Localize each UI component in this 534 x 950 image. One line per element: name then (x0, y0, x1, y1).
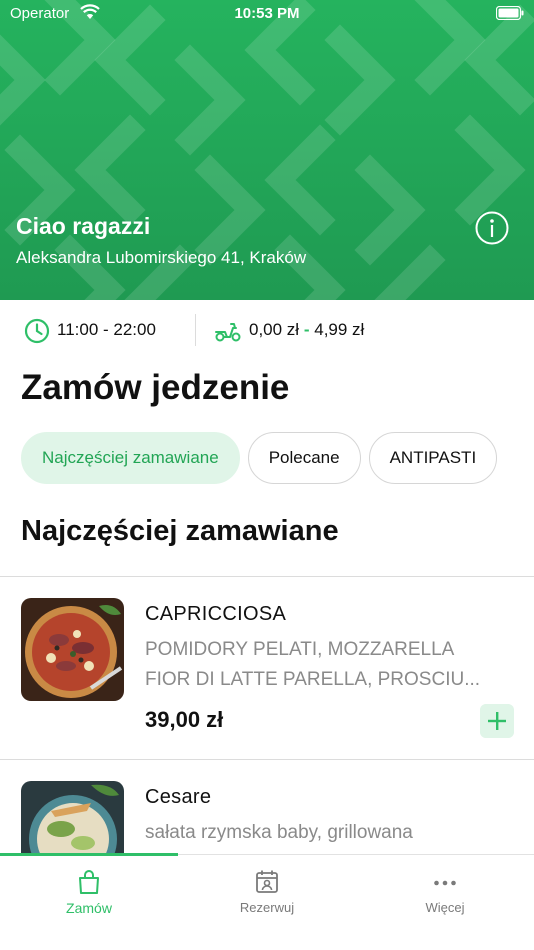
tab-label: Więcej (425, 900, 465, 915)
info-divider (195, 314, 196, 346)
delivery-scooter-icon (215, 323, 241, 342)
status-bar: Operator 10:53 PM (0, 0, 534, 30)
add-to-cart-button[interactable] (480, 704, 514, 738)
salad-image (21, 781, 124, 854)
clock-time: 10:53 PM (234, 5, 300, 22)
item-name: Cesare (145, 786, 212, 808)
delivery-fee-separator: - (303, 320, 310, 339)
menu-item[interactable]: CAPRICCIOSA POMIDORY PELATI, MOZZARELLA … (0, 577, 534, 759)
chip-antipasti[interactable]: ANTIPASTI (368, 432, 498, 484)
opening-hours: 11:00 - 22:00 (57, 320, 156, 339)
tab-order[interactable]: Zamów (0, 855, 178, 950)
bottom-tab-bar: Zamów Rezerwuj Więcej (0, 853, 534, 950)
shopping-bag-icon (79, 870, 99, 894)
item-description-line: sałata rzymska baby, grillowana (145, 822, 413, 843)
item-description-line: POMIDORY PELATI, MOZZARELLA (145, 639, 455, 660)
restaurant-name: Ciao ragazzi (16, 213, 151, 239)
page-title: Zamów jedzenie (21, 368, 290, 407)
category-chips: Najczęściej zamawiane Polecane ANTIPASTI (21, 432, 505, 484)
menu-item[interactable]: Cesare sałata rzymska baby, grillowana (0, 760, 534, 854)
delivery-fee-max: 4,99 zł (314, 320, 365, 339)
calendar-person-icon (256, 870, 278, 893)
tab-label: Zamów (66, 900, 112, 916)
item-name: CAPRICCIOSA (145, 603, 287, 625)
battery-icon (496, 6, 524, 20)
more-dots-icon (434, 880, 456, 886)
clock-icon (24, 318, 50, 344)
delivery-fee-min: 0,00 zł (249, 320, 300, 339)
restaurant-info-row: 11:00 - 22:00 0,00 zł - 4,99 zł (0, 300, 534, 360)
item-description: POMIDORY PELATI, MOZZARELLA FIOR DI LATT… (145, 635, 495, 695)
restaurant-address: Aleksandra Lubomirskiego 41, Kraków (16, 248, 307, 267)
item-description-line: FIOR DI LATTE PARELLA, PROSCIU... (145, 669, 481, 690)
category-title: Najczęściej zamawiane (21, 515, 339, 547)
tab-reserve[interactable]: Rezerwuj (178, 855, 356, 950)
item-description: sałata rzymska baby, grillowana (145, 818, 495, 848)
chip-most-ordered[interactable]: Najczęściej zamawiane (21, 432, 240, 484)
delivery-fee-range: 0,00 zł - 4,99 zł (249, 320, 364, 340)
pizza-image (21, 598, 124, 701)
chip-recommended[interactable]: Polecane (247, 432, 361, 484)
tab-more[interactable]: Więcej (356, 855, 534, 950)
item-price: 39,00 zł (145, 707, 224, 732)
tab-label: Rezerwuj (239, 900, 295, 915)
info-icon[interactable] (475, 211, 509, 245)
restaurant-header: Operator 10:53 PM Ciao ragazzi Aleksandr… (0, 0, 534, 300)
